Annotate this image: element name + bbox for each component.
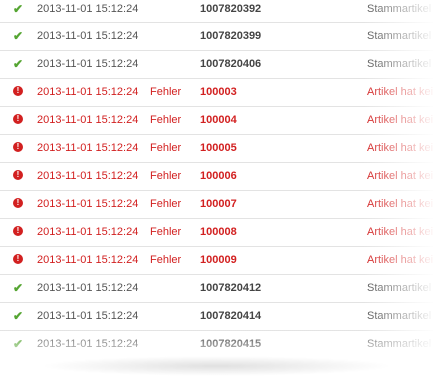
row-status-label: Fehler	[150, 254, 182, 266]
row-timestamp: 2013-11-01 15:12:24	[37, 310, 139, 322]
panel-shadow	[40, 356, 393, 376]
row-article-id: 1007820412	[200, 282, 262, 294]
row-timestamp: 2013-11-01 15:12:24	[37, 3, 139, 15]
row-status-icon-cell: ✔	[10, 23, 26, 51]
row-status-label: Fehler	[150, 226, 182, 238]
row-status-icon-cell: !	[10, 163, 26, 190]
row-message: Artikel hat keine	[367, 226, 433, 238]
row-timestamp: 2013-11-01 15:12:24	[37, 282, 139, 294]
row-message: Artikel hat keine	[367, 198, 433, 210]
row-timestamp: 2013-11-01 15:12:24	[37, 58, 139, 70]
alert-icon: !	[13, 86, 23, 97]
row-status-icon-cell: ✔	[10, 331, 26, 355]
row-message: Artikel hat keine	[367, 142, 433, 154]
check-icon: ✔	[12, 309, 24, 323]
alert-icon: !	[13, 254, 23, 265]
check-icon: ✔	[12, 29, 24, 43]
row-timestamp: 2013-11-01 15:12:24	[37, 338, 139, 350]
row-status-icon-cell: !	[10, 191, 26, 218]
row-article-id: 100007	[200, 198, 237, 210]
row-status-icon-cell: ✔	[10, 51, 26, 79]
alert-icon: !	[13, 170, 23, 181]
log-row[interactable]: ! 2013-11-01 15:12:24 Fehler 100008 Artikel …	[0, 219, 433, 247]
row-timestamp: 2013-11-01 15:12:24	[37, 30, 139, 42]
log-row[interactable]: ✔ 2013-11-01 15:12:24 1007820399 Stammartik…	[0, 23, 433, 51]
row-status-icon-cell: ✔	[10, 0, 26, 19]
row-message: Stammartikel vo	[367, 282, 433, 294]
log-rows: ✔ 2013-11-01 15:12:24 1007820392 Stammartik…	[0, 0, 433, 355]
row-status-icon-cell: !	[10, 247, 26, 274]
log-row[interactable]: ! 2013-11-01 15:12:24 Fehler 100005 Artikel …	[0, 135, 433, 163]
log-row[interactable]: ✔ 2013-11-01 15:12:24 1007820412 Stammartik…	[0, 275, 433, 303]
alert-icon: !	[13, 114, 23, 125]
row-article-id: 1007820406	[200, 58, 262, 70]
log-row[interactable]: ! 2013-11-01 15:12:24 Fehler 100007 Artikel …	[0, 191, 433, 219]
row-timestamp: 2013-11-01 15:12:24	[37, 170, 139, 182]
check-icon: ✔	[12, 57, 24, 71]
row-status-label: Fehler	[150, 86, 182, 98]
row-status-label: Fehler	[150, 170, 182, 182]
log-row[interactable]: ! 2013-11-01 15:12:24 Fehler 100003 Artikel …	[0, 79, 433, 107]
row-message: Stammartikel vo	[367, 58, 433, 70]
row-status-icon-cell: !	[10, 79, 26, 106]
row-message: Artikel hat keine	[367, 254, 433, 266]
row-timestamp: 2013-11-01 15:12:24	[37, 254, 139, 266]
row-timestamp: 2013-11-01 15:12:24	[37, 86, 139, 98]
row-message: Artikel hat keine	[367, 86, 433, 98]
row-message: Artikel hat keine	[367, 114, 433, 126]
row-message: Artikel hat keine	[367, 170, 433, 182]
log-row[interactable]: ! 2013-11-01 15:12:24 Fehler 100009 Artikel …	[0, 247, 433, 275]
row-article-id: 1007820415	[200, 338, 262, 350]
row-status-icon-cell: !	[10, 107, 26, 134]
row-article-id: 100005	[200, 142, 237, 154]
log-row[interactable]: ✔ 2013-11-01 15:12:24 1007820415 Stammartik…	[0, 331, 433, 355]
row-message: Stammartikel vo	[367, 338, 433, 350]
row-article-id: 1007820414	[200, 310, 262, 322]
check-icon: ✔	[12, 2, 24, 16]
row-status-icon-cell: !	[10, 135, 26, 162]
row-status-label: Fehler	[150, 142, 182, 154]
log-row[interactable]: ✔ 2013-11-01 15:12:24 1007820414 Stammartik…	[0, 303, 433, 331]
row-message: Stammartikel vo	[367, 310, 433, 322]
row-timestamp: 2013-11-01 15:12:24	[37, 198, 139, 210]
row-status-icon-cell: ✔	[10, 275, 26, 303]
log-row[interactable]: ! 2013-11-01 15:12:24 Fehler 100004 Artikel …	[0, 107, 433, 135]
row-article-id: 100004	[200, 114, 237, 126]
row-message: Stammartikel vo	[367, 30, 433, 42]
row-article-id: 100009	[200, 254, 237, 266]
row-timestamp: 2013-11-01 15:12:24	[37, 226, 139, 238]
row-status-label: Fehler	[150, 198, 182, 210]
log-row[interactable]: ✔ 2013-11-01 15:12:24 1007820406 Stammartik…	[0, 51, 433, 79]
row-status-label: Fehler	[150, 114, 182, 126]
alert-icon: !	[13, 142, 23, 153]
check-icon: ✔	[12, 281, 24, 295]
row-article-id: 1007820392	[200, 3, 262, 15]
row-article-id: 100008	[200, 226, 237, 238]
row-timestamp: 2013-11-01 15:12:24	[37, 114, 139, 126]
row-message: Stammartikel vo	[367, 3, 433, 15]
log-row[interactable]: ! 2013-11-01 15:12:24 Fehler 100006 Artikel …	[0, 163, 433, 191]
row-status-icon-cell: ✔	[10, 303, 26, 331]
row-timestamp: 2013-11-01 15:12:24	[37, 142, 139, 154]
import-log-table: ✔ 2013-11-01 15:12:24 1007820392 Stammartik…	[0, 0, 433, 355]
row-status-icon-cell: !	[10, 219, 26, 246]
check-icon: ✔	[12, 337, 24, 351]
row-article-id: 100006	[200, 170, 237, 182]
row-article-id: 1007820399	[200, 30, 262, 42]
row-article-id: 100003	[200, 86, 237, 98]
log-row[interactable]: ✔ 2013-11-01 15:12:24 1007820392 Stammartik…	[0, 0, 433, 23]
alert-icon: !	[13, 198, 23, 209]
alert-icon: !	[13, 226, 23, 237]
